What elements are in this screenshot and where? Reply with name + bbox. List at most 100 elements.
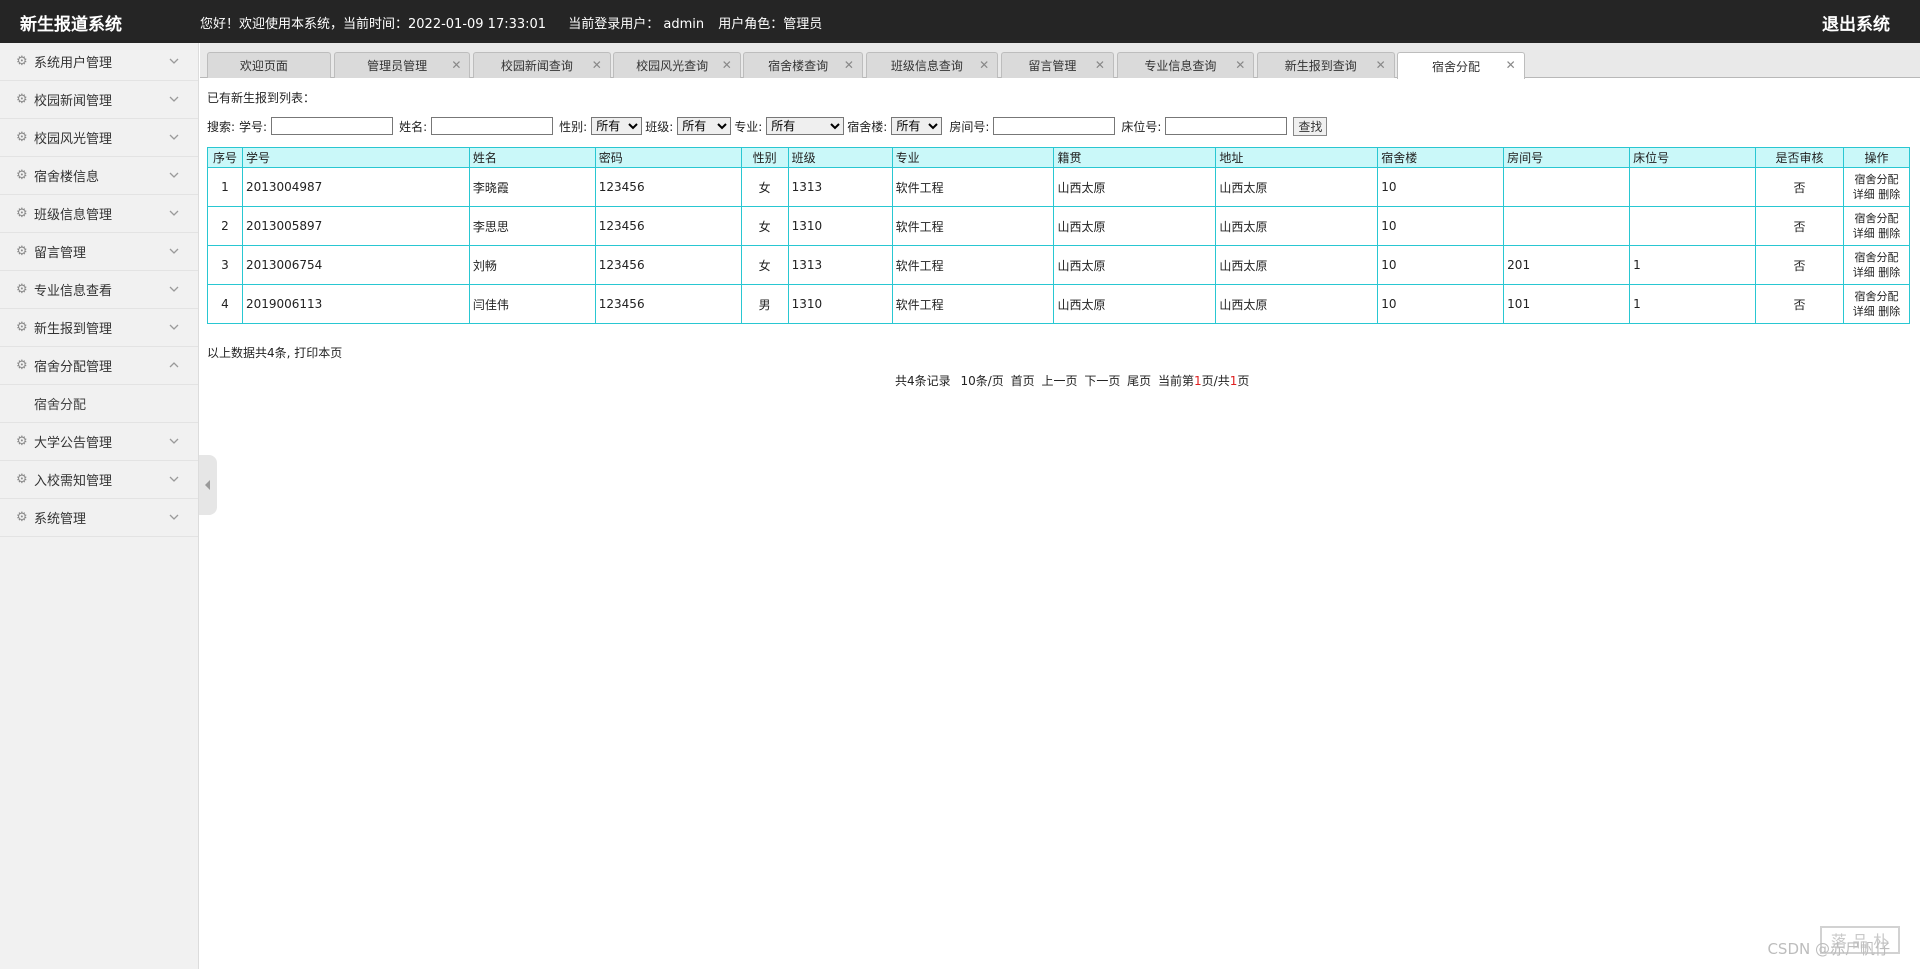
delete-link[interactable]: 删除	[1878, 227, 1900, 240]
detail-link[interactable]: 详细	[1853, 227, 1875, 240]
name-input[interactable]	[431, 117, 554, 135]
sidebar-item[interactable]: ⚙ 专业信息查看	[0, 271, 198, 309]
close-icon[interactable]: ✕	[979, 58, 989, 72]
column-header: 性别	[740, 147, 789, 168]
tab[interactable]: 宿舍分配 ✕	[1397, 52, 1525, 79]
table-cell	[1503, 206, 1631, 246]
column-header: 学号	[241, 147, 470, 168]
tab[interactable]: 班级信息查询 ✕	[865, 52, 999, 78]
row-actions: 宿舍分配详细 删除	[1842, 206, 1911, 246]
welcome-text: 您好！欢迎使用本系统，当前时间：2022-01-09 17:33:01	[200, 17, 547, 32]
close-icon[interactable]: ✕	[592, 58, 602, 72]
close-icon[interactable]: ✕	[1376, 58, 1386, 72]
room-input[interactable]	[993, 117, 1116, 135]
chevron-down-icon	[169, 286, 179, 292]
sidebar-item[interactable]: ⚙ 宿舍楼信息	[0, 157, 198, 195]
chevron-down-icon	[169, 96, 179, 102]
table-cell: 101	[1503, 284, 1631, 324]
major-label: 专业:	[734, 119, 763, 134]
tab[interactable]: 留言管理 ✕	[1000, 52, 1114, 78]
close-icon[interactable]: ✕	[451, 58, 461, 72]
table-cell: 软件工程	[891, 167, 1055, 207]
tab[interactable]: 校园新闻查询 ✕	[473, 52, 611, 78]
tab-label: 欢迎页面	[239, 59, 288, 73]
table-cell: 1310	[787, 206, 893, 246]
logout-button[interactable]: 退出系统	[1822, 10, 1890, 35]
user-role: 用户角色：管理员	[718, 17, 823, 32]
tab[interactable]: 欢迎页面	[206, 52, 332, 78]
list-title: 已有新生报到列表：	[207, 91, 316, 105]
welcome-info: 您好！欢迎使用本系统，当前时间：2022-01-09 17:33:01 当前登录…	[200, 13, 826, 32]
column-header: 序号	[207, 147, 243, 168]
table-cell: 李晓霞	[468, 167, 596, 207]
table-cell: 软件工程	[891, 206, 1055, 246]
column-header: 床位号	[1629, 147, 1756, 168]
detail-link[interactable]: 详细	[1853, 266, 1875, 279]
delete-link[interactable]: 删除	[1878, 188, 1900, 201]
tab-label: 宿舍楼查询	[768, 59, 829, 73]
delete-link[interactable]: 删除	[1878, 266, 1900, 279]
search-button[interactable]: 查找	[1293, 116, 1328, 136]
sidebar-item[interactable]: ⚙ 校园风光管理	[0, 119, 198, 157]
table-cell: 10	[1377, 206, 1505, 246]
detail-link[interactable]: 详细	[1853, 188, 1875, 201]
sidebar-item-label: 校园新闻管理	[34, 94, 113, 109]
sidebar-item[interactable]: ⚙ 系统用户管理	[0, 43, 198, 81]
sidebar-item-label: 校园风光管理	[34, 132, 113, 147]
close-icon[interactable]: ✕	[1095, 58, 1105, 72]
detail-link[interactable]: 详细	[1853, 305, 1875, 318]
sidebar-item[interactable]: ⚙ 大学公告管理	[0, 423, 198, 461]
close-icon[interactable]: ✕	[722, 58, 732, 72]
student-id-input[interactable]	[271, 117, 394, 135]
tab[interactable]: 宿舍楼查询 ✕	[743, 52, 863, 78]
tab-label: 管理员管理	[367, 59, 428, 73]
row-actions: 宿舍分配详细 删除	[1842, 167, 1911, 207]
sidebar-item[interactable]: ⚙ 系统管理	[0, 499, 198, 537]
table-cell: 1	[1629, 284, 1756, 324]
tab[interactable]: 专业信息查询 ✕	[1116, 52, 1255, 78]
tab[interactable]: 校园风光查询 ✕	[613, 52, 741, 78]
next-page-link[interactable]: 下一页	[1084, 374, 1120, 388]
table-cell: 否	[1755, 284, 1844, 324]
dorm-label: 宿舍楼:	[847, 119, 888, 134]
bed-input[interactable]	[1165, 117, 1288, 135]
student-table: 序号 学号 姓名 密码 性别 班级 专业 籍贯 地址 宿舍楼 房间号 床位号 是否审核 操作 1 20130…	[207, 147, 1911, 324]
close-icon[interactable]: ✕	[1235, 58, 1245, 72]
tab[interactable]: 新生报到查询 ✕	[1256, 52, 1395, 78]
sidebar-item[interactable]: ⚙ 留言管理	[0, 233, 198, 271]
per-page: 10条/页	[960, 374, 1004, 388]
assign-dorm-link[interactable]: 宿舍分配	[1854, 212, 1898, 225]
dorm-select[interactable]: 所有	[891, 117, 943, 135]
sidebar-item[interactable]: ⚙ 入校需知管理	[0, 461, 198, 499]
first-page-link[interactable]: 首页	[1011, 374, 1035, 388]
close-icon[interactable]: ✕	[844, 58, 854, 72]
assign-dorm-link[interactable]: 宿舍分配	[1854, 251, 1898, 264]
sidebar-item-label: 班级信息管理	[34, 208, 113, 223]
sidebar-subitem[interactable]: 宿舍分配	[0, 385, 198, 423]
summary-text: 以上数据共4条, 打印本页	[207, 346, 343, 360]
table-cell: 123456	[594, 245, 742, 285]
pagination: 共4条记录 10条/页 首页 上一页 下一页 尾页 当前第1页/共1页	[895, 372, 1252, 389]
close-icon[interactable]: ✕	[1506, 58, 1516, 72]
sidebar-item-label: 专业信息查看	[34, 284, 113, 299]
sidebar-item[interactable]: ⚙ 宿舍分配管理	[0, 347, 198, 385]
current-page-suffix: 页	[1237, 374, 1250, 388]
table-cell: 1313	[787, 167, 893, 207]
sidebar-item[interactable]: ⚙ 校园新闻管理	[0, 81, 198, 119]
tab[interactable]: 管理员管理 ✕	[333, 52, 471, 78]
class-select[interactable]: 所有	[677, 117, 732, 135]
delete-link[interactable]: 删除	[1878, 305, 1900, 318]
gender-select[interactable]: 所有	[591, 117, 643, 135]
sidebar-item[interactable]: ⚙ 班级信息管理	[0, 195, 198, 233]
column-header: 操作	[1842, 147, 1911, 168]
major-select[interactable]: 所有	[766, 117, 845, 135]
assign-dorm-link[interactable]: 宿舍分配	[1854, 173, 1898, 186]
sidebar-item[interactable]: ⚙ 新生报到管理	[0, 309, 198, 347]
chevron-down-icon	[169, 248, 179, 254]
table-cell: 1	[1629, 245, 1756, 285]
prev-page-link[interactable]: 上一页	[1041, 374, 1077, 388]
assign-dorm-link[interactable]: 宿舍分配	[1854, 290, 1898, 303]
table-row: 2 2013005897 李思思 123456 女 1310 软件工程 山西太原 山西太原 10 否…	[207, 206, 1911, 246]
room-label: 房间号:	[949, 119, 990, 134]
last-page-link[interactable]: 尾页	[1127, 374, 1151, 388]
